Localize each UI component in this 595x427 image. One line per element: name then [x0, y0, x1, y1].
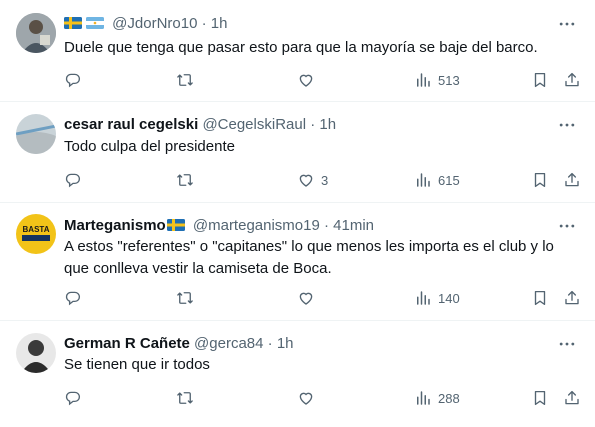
- like-button[interactable]: 3: [297, 168, 328, 192]
- views-icon: [414, 389, 432, 407]
- tweet-text: Se tienen que ir todos: [64, 356, 210, 373]
- share-button[interactable]: [563, 168, 581, 192]
- separator-dot: ·: [324, 217, 329, 234]
- share-icon: [563, 171, 581, 189]
- retweet-button[interactable]: [176, 386, 200, 410]
- reply-icon: [64, 171, 82, 189]
- avatar-label: BASTA: [23, 225, 50, 234]
- avatar[interactable]: BASTA: [16, 214, 56, 254]
- retweet-icon: [176, 171, 194, 189]
- reply-button[interactable]: [64, 168, 88, 192]
- heart-icon: [297, 171, 315, 189]
- avatar[interactable]: [16, 13, 56, 53]
- bookmark-button[interactable]: [531, 386, 549, 410]
- share-button[interactable]: [563, 286, 581, 310]
- more-icon[interactable]: [557, 115, 581, 135]
- likes-count: 3: [321, 172, 329, 188]
- timestamp[interactable]: 41min: [333, 217, 374, 234]
- separator-dot: ·: [267, 335, 273, 352]
- reply-icon: [64, 289, 82, 307]
- bookmark-icon: [531, 389, 549, 407]
- bookmark-icon: [531, 71, 549, 89]
- tweet-header: German R Cañete @gerca84 · 1h: [64, 334, 294, 354]
- bookmark-icon: [531, 289, 549, 307]
- display-name[interactable]: German R Cañete: [64, 335, 190, 352]
- tweet-header: Marteganismo @marteganismo19 · 41min: [64, 216, 374, 236]
- views-icon: [414, 71, 432, 89]
- reply-icon: [64, 389, 82, 407]
- views-button[interactable]: 513: [414, 68, 460, 92]
- retweet-button[interactable]: [176, 168, 200, 192]
- display-name[interactable]: cesar raul cegelski: [64, 116, 198, 133]
- display-name[interactable]: Marteganismo: [64, 217, 166, 234]
- argentina-flag-icon: [86, 15, 104, 29]
- views-count: 513: [438, 72, 460, 88]
- separator-dot: ·: [310, 116, 316, 133]
- reply-button[interactable]: [64, 386, 88, 410]
- bookmark-icon: [531, 171, 549, 189]
- views-count: 288: [438, 390, 460, 406]
- tweet[interactable]: cesar raul cegelski @CegelskiRaul · 1h T…: [0, 101, 595, 203]
- action-bar: 140: [64, 286, 584, 310]
- retweet-button[interactable]: [176, 68, 200, 92]
- like-button[interactable]: [297, 68, 321, 92]
- share-button[interactable]: [563, 386, 581, 410]
- like-button[interactable]: [297, 286, 321, 310]
- retweet-icon: [176, 289, 194, 307]
- share-icon: [563, 289, 581, 307]
- more-icon[interactable]: [557, 216, 581, 236]
- sweden-flag-icon: [166, 217, 185, 231]
- share-icon: [563, 71, 581, 89]
- bookmark-button[interactable]: [531, 168, 549, 192]
- timestamp[interactable]: 1h: [319, 116, 336, 133]
- avatar[interactable]: [16, 333, 56, 373]
- tweet-text-line: A estos "referentes" o "capitanes" lo qu…: [64, 238, 554, 255]
- more-icon[interactable]: [557, 334, 581, 354]
- action-bar: 3 615: [64, 168, 584, 192]
- share-icon: [563, 389, 581, 407]
- views-count: 615: [438, 172, 460, 188]
- sweden-flag-icon: [64, 15, 82, 29]
- reply-button[interactable]: [64, 68, 88, 92]
- user-handle[interactable]: @JdorNro10: [112, 15, 197, 32]
- reply-button[interactable]: [64, 286, 88, 310]
- share-button[interactable]: [563, 68, 581, 92]
- retweet-icon: [176, 71, 194, 89]
- bookmark-button[interactable]: [531, 68, 549, 92]
- separator-dot: ·: [201, 15, 207, 32]
- tweet[interactable]: @JdorNro10 · 1h Duele que tenga que pasa…: [0, 0, 595, 102]
- reply-icon: [64, 71, 82, 89]
- user-handle[interactable]: @CegelskiRaul: [202, 116, 306, 133]
- action-bar: 513: [64, 68, 584, 92]
- views-icon: [414, 289, 432, 307]
- user-handle[interactable]: @gerca84: [194, 335, 263, 352]
- more-icon[interactable]: [557, 14, 581, 34]
- views-button[interactable]: 288: [414, 386, 460, 410]
- tweet-text: Duele que tenga que pasar esto para que …: [64, 39, 538, 56]
- like-button[interactable]: [297, 386, 321, 410]
- heart-icon: [297, 71, 315, 89]
- tweet-text: A estos "referentes" o "capitanes" lo qu…: [64, 236, 564, 280]
- views-count: 140: [438, 290, 460, 306]
- bookmark-button[interactable]: [531, 286, 549, 310]
- views-icon: [414, 171, 432, 189]
- avatar[interactable]: [16, 114, 56, 154]
- tweet[interactable]: BASTA Marteganismo @marteganismo19 · 41m…: [0, 202, 595, 321]
- views-button[interactable]: 615: [414, 168, 460, 192]
- heart-icon: [297, 289, 315, 307]
- tweet-text-line: que conlleva vestir la camiseta de Boca.: [64, 260, 332, 277]
- action-bar: 288: [64, 386, 584, 410]
- heart-icon: [297, 389, 315, 407]
- tweet[interactable]: German R Cañete @gerca84 · 1h Se tienen …: [0, 320, 595, 427]
- views-button[interactable]: 140: [414, 286, 460, 310]
- retweet-icon: [176, 389, 194, 407]
- timestamp[interactable]: 1h: [211, 15, 228, 32]
- tweet-header: @JdorNro10 · 1h: [64, 14, 227, 34]
- tweet-text: Todo culpa del presidente: [64, 138, 235, 155]
- retweet-button[interactable]: [176, 286, 200, 310]
- tweet-header: cesar raul cegelski @CegelskiRaul · 1h: [64, 115, 336, 135]
- timestamp[interactable]: 1h: [277, 335, 294, 352]
- user-handle[interactable]: @marteganismo19: [193, 217, 320, 234]
